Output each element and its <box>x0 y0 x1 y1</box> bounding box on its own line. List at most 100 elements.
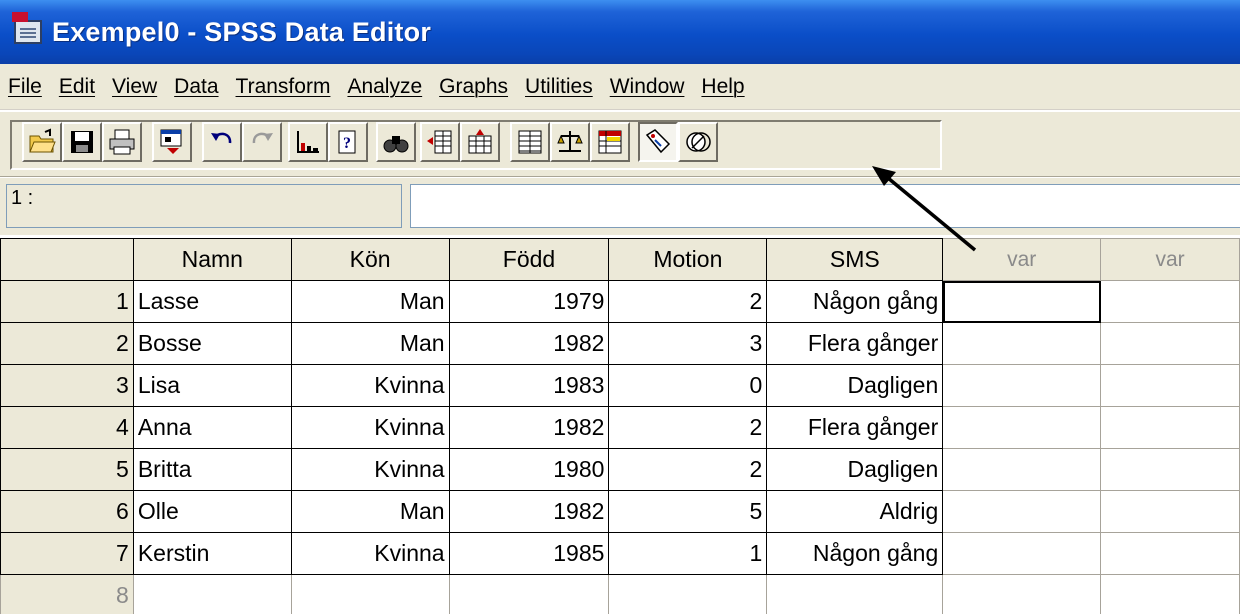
dialog-recall-icon[interactable] <box>152 122 192 162</box>
cell-value-input[interactable] <box>410 184 1240 228</box>
cell-namn[interactable]: Olle <box>132 490 292 533</box>
cell-namn[interactable]: Anna <box>132 406 292 449</box>
row-header[interactable]: 6 <box>0 490 134 533</box>
cell-var[interactable] <box>1100 322 1240 365</box>
redo-icon[interactable] <box>242 122 282 162</box>
column-header-fodd[interactable]: Född <box>448 238 610 281</box>
title-bar[interactable]: Exempel0 - SPSS Data Editor <box>0 0 1240 64</box>
weight-cases-icon[interactable] <box>550 122 590 162</box>
menu-utilities[interactable]: Utilities <box>525 75 593 99</box>
use-sets-icon[interactable] <box>678 122 718 162</box>
cell-motion[interactable]: 3 <box>608 322 768 365</box>
column-header-motion[interactable]: Motion <box>608 238 768 281</box>
cell-sms[interactable]: Flera gånger <box>766 322 944 365</box>
cell-sms[interactable]: Aldrig <box>766 490 944 533</box>
cell-motion[interactable]: 0 <box>608 364 768 407</box>
cell-var[interactable] <box>1100 448 1240 491</box>
cell-namn[interactable] <box>132 574 292 614</box>
insert-case-icon[interactable] <box>420 122 460 162</box>
spss-data-editor-icon[interactable] <box>12 12 42 44</box>
cell-fodd[interactable]: 1982 <box>448 406 610 449</box>
cell-motion[interactable]: 5 <box>608 490 768 533</box>
cell-namn[interactable]: Kerstin <box>132 532 292 575</box>
column-header-kon[interactable]: Kön <box>290 238 450 281</box>
menu-view[interactable]: View <box>112 75 157 99</box>
value-labels-icon[interactable] <box>638 122 678 162</box>
open-icon[interactable] <box>22 122 62 162</box>
menu-graphs[interactable]: Graphs <box>439 75 508 99</box>
cell-var[interactable] <box>942 532 1102 575</box>
cell-kon[interactable]: Man <box>290 322 450 365</box>
cell-fodd[interactable]: 1982 <box>448 322 610 365</box>
cell-var[interactable] <box>942 448 1102 491</box>
cell-var[interactable] <box>942 406 1102 449</box>
cell-sms[interactable] <box>766 574 944 614</box>
row-header[interactable]: 7 <box>0 532 134 575</box>
menu-help[interactable]: Help <box>701 75 744 99</box>
cell-motion[interactable]: 2 <box>608 406 768 449</box>
cell-namn[interactable]: Britta <box>132 448 292 491</box>
select-cases-icon[interactable] <box>590 122 630 162</box>
cell-var[interactable] <box>1100 406 1240 449</box>
cell-var[interactable] <box>942 364 1102 407</box>
cell-kon[interactable]: Man <box>290 280 450 323</box>
cell-sms[interactable]: Dagligen <box>766 448 944 491</box>
cell-fodd[interactable]: 1979 <box>448 280 610 323</box>
row-header[interactable]: 3 <box>0 364 134 407</box>
active-cell[interactable] <box>942 280 1102 323</box>
menu-file[interactable]: File <box>8 75 42 99</box>
cell-kon[interactable] <box>290 574 450 614</box>
find-icon[interactable] <box>376 122 416 162</box>
cell-fodd[interactable]: 1983 <box>448 364 610 407</box>
cell-motion[interactable]: 1 <box>608 532 768 575</box>
cell-var[interactable] <box>1100 574 1240 614</box>
row-header[interactable]: 5 <box>0 448 134 491</box>
menu-window[interactable]: Window <box>610 75 685 99</box>
goto-case-icon[interactable]: ? <box>328 122 368 162</box>
row-header[interactable]: 4 <box>0 406 134 449</box>
cell-kon[interactable]: Kvinna <box>290 532 450 575</box>
row-header[interactable]: 8 <box>0 574 134 614</box>
insert-variable-icon[interactable] <box>460 122 500 162</box>
cell-motion[interactable]: 2 <box>608 280 768 323</box>
cell-sms[interactable]: Någon gång <box>766 280 944 323</box>
menu-edit[interactable]: Edit <box>59 75 95 99</box>
cell-namn[interactable]: Bosse <box>132 322 292 365</box>
cell-var[interactable] <box>942 574 1102 614</box>
cell-var[interactable] <box>1100 490 1240 533</box>
grid-corner[interactable] <box>0 238 134 281</box>
column-header-namn[interactable]: Namn <box>132 238 292 281</box>
cell-var[interactable] <box>942 490 1102 533</box>
cell-fodd[interactable] <box>448 574 610 614</box>
cell-kon[interactable]: Kvinna <box>290 406 450 449</box>
column-header-var[interactable]: var <box>1100 238 1240 281</box>
menu-transform[interactable]: Transform <box>236 75 331 99</box>
cell-fodd[interactable]: 1985 <box>448 532 610 575</box>
cell-fodd[interactable]: 1982 <box>448 490 610 533</box>
cell-var[interactable] <box>942 322 1102 365</box>
cell-namn[interactable]: Lasse <box>132 280 292 323</box>
cell-sms[interactable]: Flera gånger <box>766 406 944 449</box>
split-file-icon[interactable] <box>510 122 550 162</box>
cell-sms[interactable]: Dagligen <box>766 364 944 407</box>
column-header-var[interactable]: var <box>942 238 1102 281</box>
cell-namn[interactable]: Lisa <box>132 364 292 407</box>
cell-kon[interactable]: Kvinna <box>290 448 450 491</box>
cell-var[interactable] <box>1100 280 1240 323</box>
cell-motion[interactable] <box>608 574 768 614</box>
print-icon[interactable] <box>102 122 142 162</box>
undo-icon[interactable] <box>202 122 242 162</box>
cell-fodd[interactable]: 1980 <box>448 448 610 491</box>
cell-var[interactable] <box>1100 532 1240 575</box>
menu-data[interactable]: Data <box>174 75 218 99</box>
row-header[interactable]: 2 <box>0 322 134 365</box>
cell-kon[interactable]: Man <box>290 490 450 533</box>
cell-motion[interactable]: 2 <box>608 448 768 491</box>
cell-var[interactable] <box>1100 364 1240 407</box>
cell-sms[interactable]: Någon gång <box>766 532 944 575</box>
cell-kon[interactable]: Kvinna <box>290 364 450 407</box>
row-header[interactable]: 1 <box>0 280 134 323</box>
column-header-sms[interactable]: SMS <box>766 238 944 281</box>
menu-analyze[interactable]: Analyze <box>347 75 422 99</box>
goto-chart-icon[interactable] <box>288 122 328 162</box>
